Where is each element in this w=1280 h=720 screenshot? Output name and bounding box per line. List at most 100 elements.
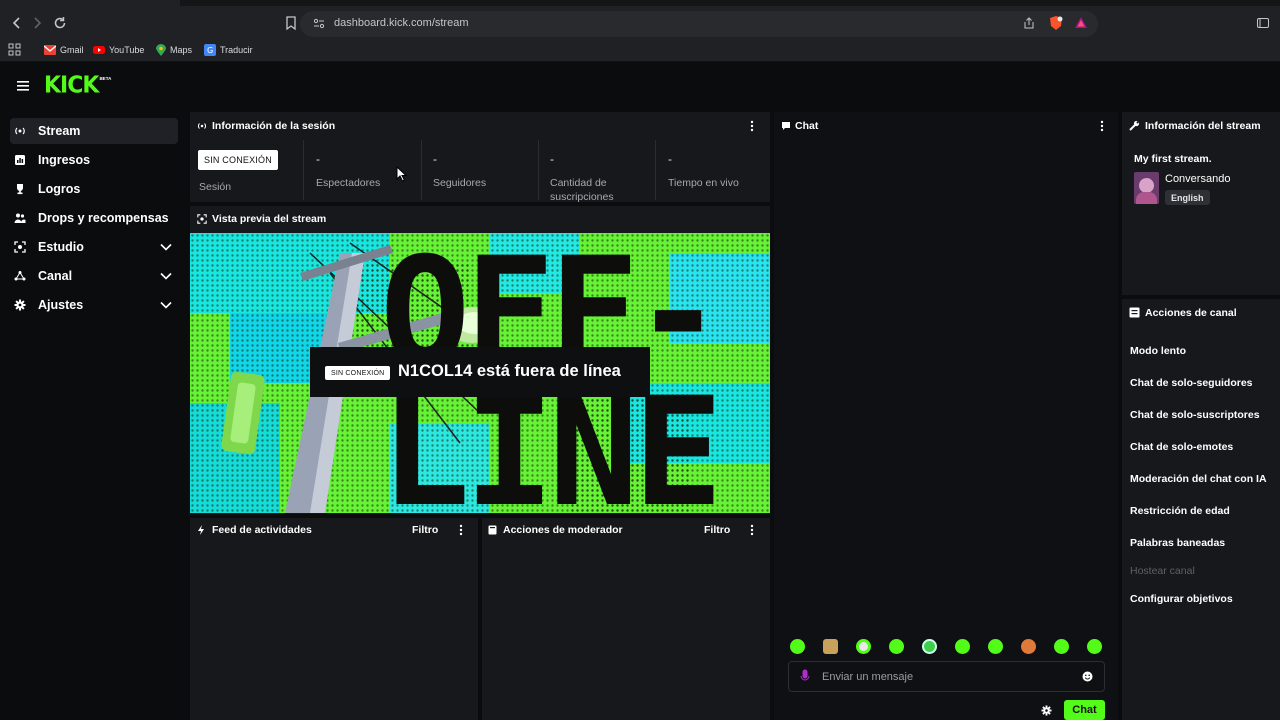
emote-icon[interactable] <box>856 639 871 654</box>
send-chat-button[interactable]: Chat <box>1064 700 1105 720</box>
share-icon[interactable] <box>1022 16 1040 34</box>
brave-shield-icon[interactable] <box>1048 15 1066 33</box>
sidebar-item-drops[interactable]: Drops y recompensas <box>10 205 178 231</box>
active-tab[interactable] <box>0 0 180 6</box>
more-options-icon[interactable] <box>747 119 757 133</box>
channel-actions-title: Acciones de canal <box>1145 307 1237 319</box>
sidebar-item-ingresos[interactable]: Ingresos <box>10 147 178 173</box>
followers-value: - <box>433 152 437 166</box>
emote-icon[interactable] <box>1087 639 1102 654</box>
live-time-value: - <box>668 152 672 166</box>
moderator-panel-title: Acciones de moderador <box>503 524 623 536</box>
divider <box>303 140 304 200</box>
logo-text: KICK <box>44 72 99 99</box>
emote-icon[interactable] <box>823 639 838 654</box>
action-age-restriction[interactable]: Restricción de edad <box>1130 505 1230 517</box>
emote-icon[interactable] <box>922 639 937 654</box>
action-ai-moderation[interactable]: Moderación del chat con IA <box>1130 473 1267 485</box>
sidebar-item-label: Stream <box>38 124 81 138</box>
activity-feed-panel <box>190 518 478 720</box>
bookmark-maps[interactable]: Maps <box>156 44 192 56</box>
wrench-icon <box>1129 120 1140 131</box>
studio-icon <box>14 241 26 253</box>
subscriptions-value: - <box>550 152 554 166</box>
brave-rewards-icon[interactable] <box>1073 15 1091 33</box>
gmail-icon <box>44 45 56 55</box>
offline-badge: SIN CONEXIÓN <box>325 366 391 380</box>
chat-message-input[interactable] <box>822 667 1072 687</box>
session-panel-title: Información de la sesión <box>212 120 336 132</box>
more-options-icon[interactable] <box>747 523 757 537</box>
sidebar-item-label: Ajustes <box>38 298 84 312</box>
chevron-down-icon[interactable] <box>160 300 172 310</box>
viewers-value: - <box>316 152 320 166</box>
chat-bubble-icon <box>781 121 791 131</box>
bookmark-gmail[interactable]: Gmail <box>44 44 84 56</box>
action-set-goals[interactable]: Configurar objetivos <box>1130 593 1233 605</box>
sidebar-item-canal[interactable]: Canal <box>10 263 178 289</box>
kick-logo[interactable]: KICK BETA <box>44 72 112 99</box>
back-icon[interactable] <box>8 14 26 32</box>
sidebar-item-label: Estudio <box>38 240 84 254</box>
live-time-label: Tiempo en vivo <box>668 177 739 189</box>
tab-strip <box>0 0 1280 6</box>
preview-panel-title: Vista previa del stream <box>212 213 327 225</box>
chevron-down-icon[interactable] <box>160 271 172 281</box>
action-subscribers-only[interactable]: Chat de solo-suscriptores <box>1130 409 1260 421</box>
svg-text:G: G <box>207 46 213 55</box>
sidebar-item-stream[interactable]: Stream <box>10 118 178 144</box>
action-emotes-only[interactable]: Chat de solo-emotes <box>1130 441 1233 453</box>
preview-icon <box>197 214 207 224</box>
site-info-icon[interactable] <box>312 16 330 34</box>
stream-category[interactable]: Conversando <box>1165 173 1230 185</box>
bookmark-youtube[interactable]: YouTube <box>93 44 144 56</box>
action-slow-mode[interactable]: Modo lento <box>1130 345 1186 357</box>
bookmark-label: Traducir <box>220 45 253 55</box>
bookmark-label: Maps <box>170 45 193 55</box>
emote-icon[interactable] <box>790 639 805 654</box>
microphone-icon[interactable] <box>800 669 810 683</box>
action-banned-words[interactable]: Palabras baneadas <box>1130 537 1225 549</box>
chart-icon <box>14 154 26 166</box>
forward-icon[interactable] <box>28 14 46 32</box>
session-label: Sesión <box>199 181 232 193</box>
action-followers-only[interactable]: Chat de solo-seguidores <box>1130 377 1253 389</box>
translate-icon: G <box>204 44 216 56</box>
emote-icon[interactable] <box>1054 639 1069 654</box>
emote-icon[interactable] <box>988 639 1003 654</box>
sidebar-item-estudio[interactable]: Estudio <box>10 234 178 260</box>
emote-icon[interactable] <box>955 639 970 654</box>
subscriptions-label: Cantidad de suscripciones <box>550 177 614 203</box>
emoji-icon[interactable] <box>1082 671 1093 682</box>
more-options-icon[interactable] <box>456 523 466 537</box>
sidepanel-icon[interactable] <box>1256 16 1274 34</box>
offline-message: N1COL14 está fuera de línea <box>398 362 621 380</box>
activity-filter-button[interactable]: Filtro <box>412 524 438 536</box>
reload-icon[interactable] <box>51 14 69 32</box>
more-options-icon[interactable] <box>1097 119 1107 133</box>
activity-panel-title: Feed de actividades <box>212 524 312 536</box>
sidebar-item-ajustes[interactable]: Ajustes <box>10 292 178 318</box>
emote-icon[interactable] <box>1021 639 1036 654</box>
category-thumbnail <box>1134 172 1159 204</box>
url-text[interactable]: dashboard.kick.com/stream <box>334 17 469 29</box>
emote-icon[interactable] <box>889 639 904 654</box>
moderator-filter-button[interactable]: Filtro <box>704 524 730 536</box>
chevron-down-icon[interactable] <box>160 242 172 252</box>
chat-settings-gear-icon[interactable] <box>1041 705 1052 716</box>
sidebar-item-logros[interactable]: Logros <box>10 176 178 202</box>
sidebar-item-label: Canal <box>38 269 73 283</box>
maps-icon <box>156 44 166 56</box>
gear-icon <box>14 299 26 311</box>
divider <box>538 140 539 200</box>
logo-beta-tag: BETA <box>99 76 112 81</box>
bookmark-label: YouTube <box>109 45 145 55</box>
moderator-actions-panel <box>482 518 770 720</box>
bookmark-translate[interactable]: G Traducir <box>204 44 253 56</box>
apps-icon[interactable] <box>8 43 26 61</box>
viewers-label: Espectadores <box>316 177 381 189</box>
action-host-channel: Hostear canal <box>1130 565 1195 577</box>
hamburger-menu-icon[interactable] <box>17 80 31 92</box>
people-icon <box>14 212 26 224</box>
bookmark-icon[interactable] <box>282 14 300 32</box>
